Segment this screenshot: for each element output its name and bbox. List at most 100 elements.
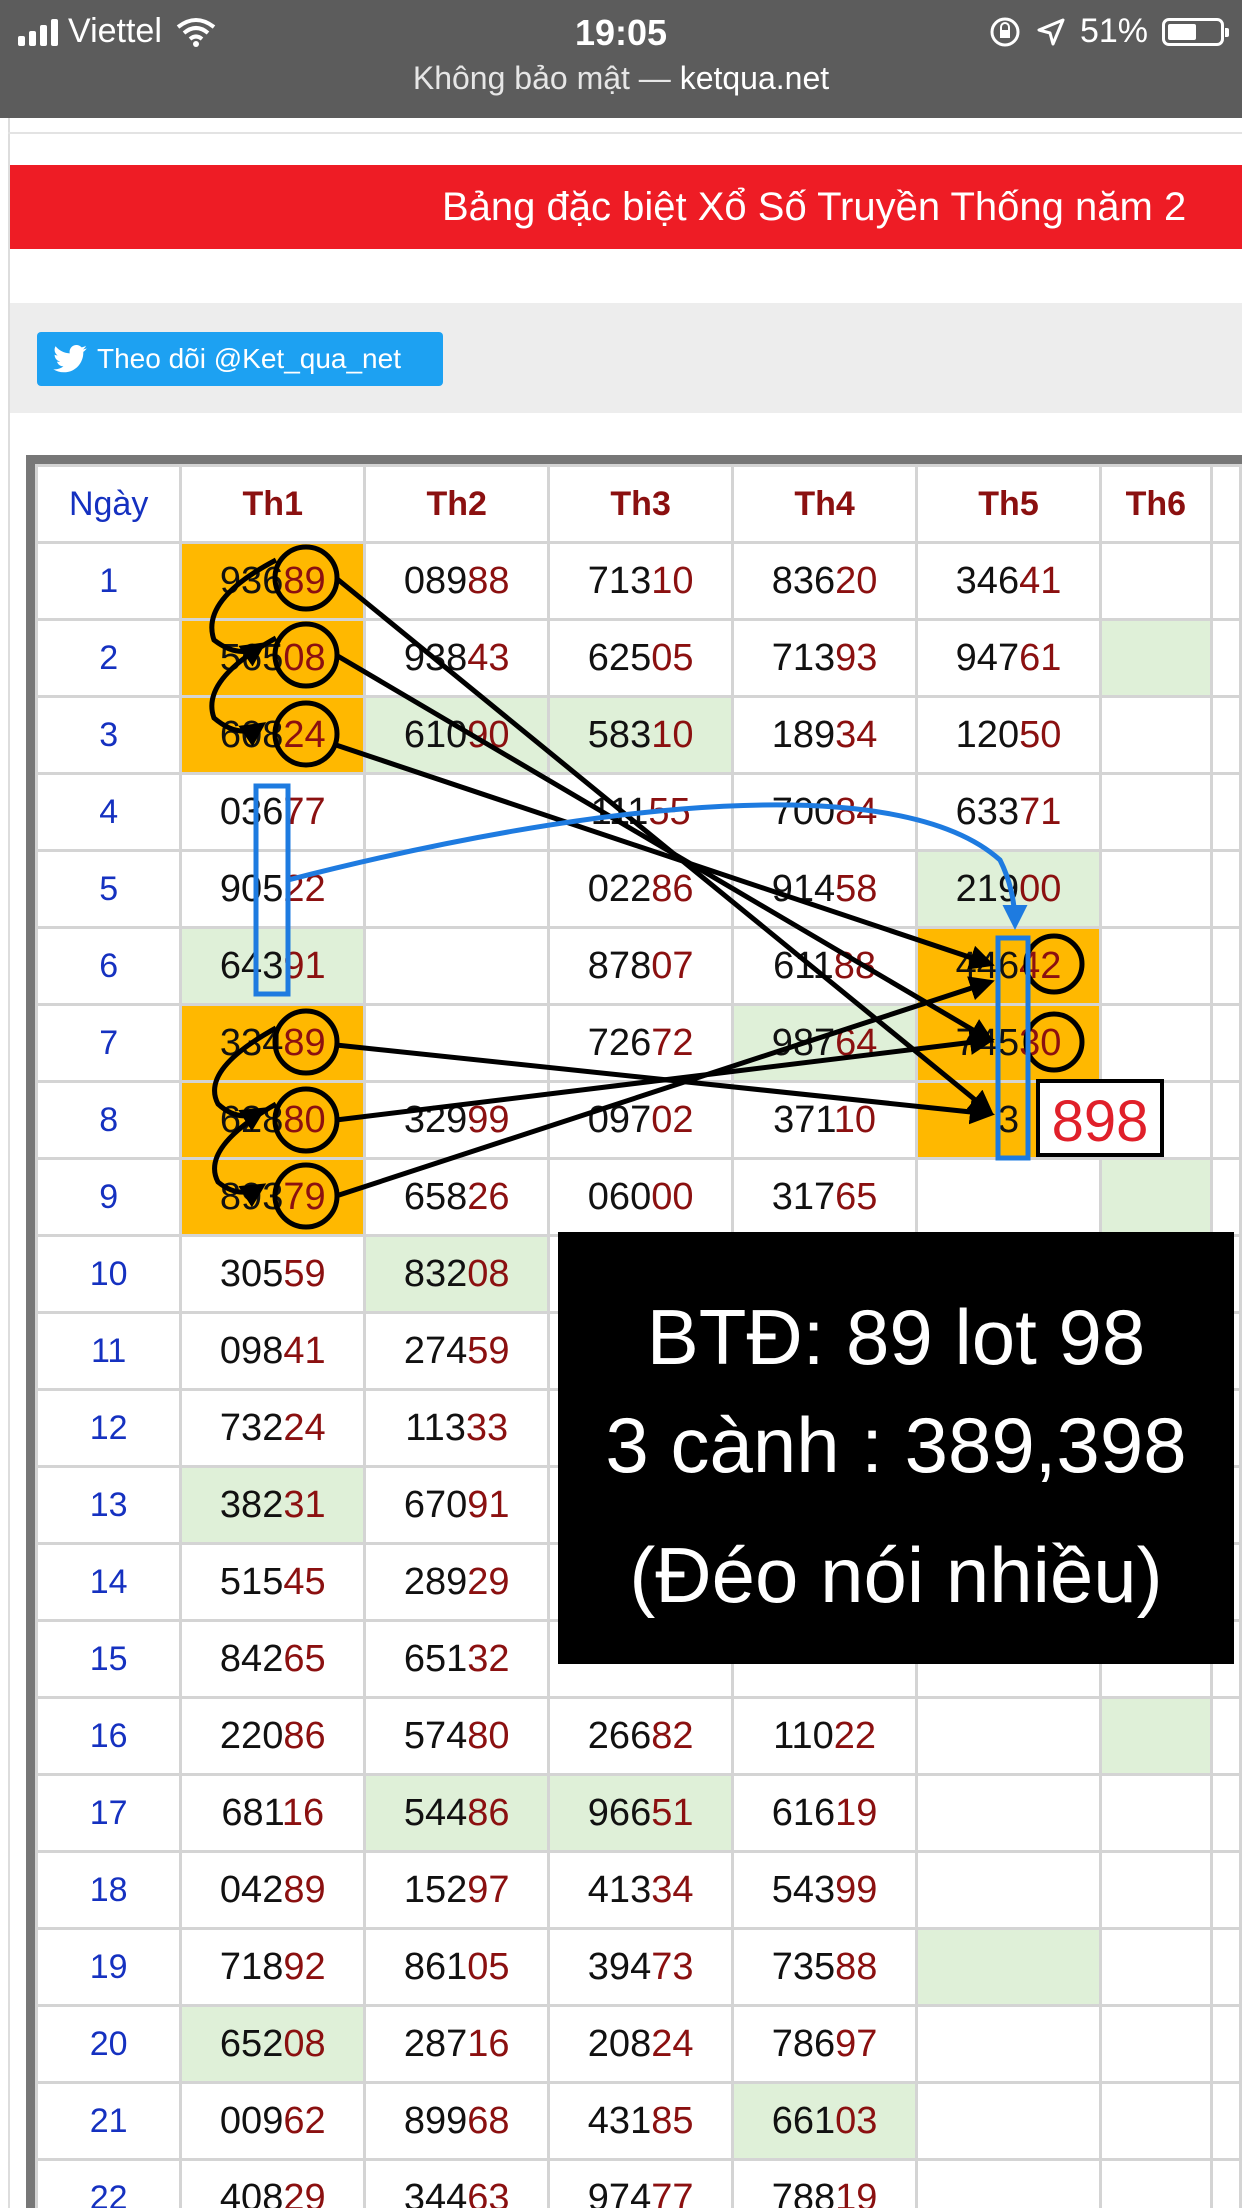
result-tail: 79 <box>283 1175 326 1218</box>
result-prefix: 408 <box>219 2176 284 2208</box>
result-cell: 83208 <box>363 1234 551 1314</box>
result-tail: 10 <box>651 713 694 756</box>
result-prefix: 938 <box>403 636 468 679</box>
result-cell <box>363 1003 551 1083</box>
result-prefix: 334 <box>219 1021 284 1064</box>
overflow-cell <box>1209 849 1242 929</box>
result-prefix: 317 <box>771 1175 836 1218</box>
result-cell: 62505 <box>547 618 735 698</box>
result-prefix: 633 <box>955 790 1020 833</box>
result-tail: 89 <box>283 1021 326 1064</box>
column-header-th4: Th4 <box>731 464 919 544</box>
day-cell: 18 <box>35 1850 183 1930</box>
address-bar[interactable]: Không bảo mật — ketqua.net <box>0 60 1242 97</box>
result-cell: 28716 <box>363 2004 551 2084</box>
result-tail: 29 <box>467 1560 510 1603</box>
result-cell: 65826 <box>363 1157 551 1237</box>
result-tail: 77 <box>283 790 326 833</box>
note-line-2: 3 cành : 389,398 <box>605 1401 1187 1489</box>
result-prefix: 905 <box>219 867 284 910</box>
overflow-cell <box>1209 1696 1242 1776</box>
result-prefix: 966 <box>587 1791 652 1834</box>
result-cell: 40829 <box>179 2158 367 2208</box>
result-prefix: 431 <box>587 2099 652 2142</box>
result-cell: 11022 <box>731 1696 919 1776</box>
result-cell: 27459 <box>363 1311 551 1391</box>
annotation-note: BTĐ: 89 lot 98 3 cành : 389,398 (Đéo nói… <box>558 1232 1234 1664</box>
overflow-cell <box>1209 772 1242 852</box>
day-cell: 3 <box>35 695 183 775</box>
result-cell <box>363 772 551 852</box>
twitter-follow-button[interactable]: Theo dõi @Ket_qua_net <box>37 332 443 386</box>
result-tail: 34 <box>651 1868 694 1911</box>
result-tail: 64 <box>835 1021 878 1064</box>
overflow-cell <box>1209 1003 1242 1083</box>
result-prefix: 987 <box>771 1021 836 1064</box>
result-cell <box>1098 1003 1213 1083</box>
result-tail: 33 <box>465 1406 509 1449</box>
result-cell: 66103 <box>731 2081 919 2161</box>
column-header-overflow <box>1209 464 1242 544</box>
result-tail: 05 <box>467 1945 510 1988</box>
table-row: 21 00962 89968 43185 66103 <box>35 2081 1242 2161</box>
result-cell: 72672 <box>547 1003 735 1083</box>
twitter-icon <box>53 345 87 373</box>
day-cell: 9 <box>35 1157 183 1237</box>
result-prefix: 543 <box>771 1868 836 1911</box>
result-cell: 33489 <box>179 1003 367 1083</box>
result-prefix: 842 <box>219 1637 284 1680</box>
battery-percent: 51% <box>1079 12 1148 50</box>
result-prefix: 220 <box>219 1714 284 1757</box>
day-cell: 12 <box>35 1388 183 1468</box>
result-cell: 93843 <box>363 618 551 698</box>
overflow-cell <box>1209 618 1242 698</box>
result-prefix: 219 <box>955 867 1020 910</box>
result-prefix: 786 <box>771 2022 836 2065</box>
result-prefix: 289 <box>403 1560 468 1603</box>
table-row: 2 56508 93843 62505 71393 94761 <box>35 618 1242 698</box>
result-prefix: 574 <box>403 1714 468 1757</box>
result-tail: 99 <box>467 1098 510 1141</box>
result-cell: 26682 <box>547 1696 735 1776</box>
result-cell: 67091 <box>363 1465 551 1545</box>
result-prefix: 718 <box>219 1945 284 1988</box>
day-cell: 21 <box>35 2081 183 2161</box>
table-row: 7 33489 72672 98764 74530 <box>35 1003 1242 1083</box>
result-cell: 02286 <box>547 849 735 929</box>
column-header-th6: Th6 <box>1098 464 1213 544</box>
result-tail: 10 <box>651 559 694 602</box>
result-prefix: 3 <box>997 1098 1020 1141</box>
result-prefix: 610 <box>403 713 468 756</box>
result-prefix: 681 <box>221 1791 282 1834</box>
result-prefix: 643 <box>219 944 284 987</box>
table-row: 18 04289 15297 41334 54399 <box>35 1850 1242 1930</box>
result-cell: 54486 <box>363 1773 551 1853</box>
result-prefix: 446 <box>955 944 1020 987</box>
domain-label: ketqua.net <box>679 60 830 96</box>
result-tail: 58 <box>835 867 878 910</box>
result-tail: 31 <box>283 1483 326 1526</box>
result-cell: 96651 <box>547 1773 735 1853</box>
table-row: 16 22086 57480 26682 11022 <box>35 1696 1242 1776</box>
result-cell: 65208 <box>179 2004 367 2084</box>
result-tail: 00 <box>1019 867 1062 910</box>
result-prefix: 515 <box>219 1560 284 1603</box>
status-bar: Viettel 19:05 51% Không bảo mật — ketqua <box>0 0 1242 118</box>
result-tail: 91 <box>467 1483 510 1526</box>
result-cell: 73588 <box>731 1927 919 2007</box>
result-cell: 58310 <box>547 695 735 775</box>
table-header-row: Ngày Th1 Th2 Th3 Th4 Th5 Th6 <box>35 464 1242 544</box>
result-cell: 87807 <box>547 926 735 1006</box>
result-prefix: 836 <box>771 559 836 602</box>
day-cell: 2 <box>35 618 183 698</box>
result-cell: 09702 <box>547 1080 735 1160</box>
result-cell <box>1098 772 1213 852</box>
result-cell: 65132 <box>363 1619 551 1699</box>
result-tail: 85 <box>651 2099 694 2142</box>
table-row: 20 65208 28716 20824 78697 <box>35 2004 1242 2084</box>
result-cell: 71310 <box>547 541 735 621</box>
result-prefix: 700 <box>771 790 836 833</box>
result-tail: 89 <box>283 559 326 602</box>
result-tail: 89 <box>283 1868 326 1911</box>
result-tail: 51 <box>651 1791 694 1834</box>
